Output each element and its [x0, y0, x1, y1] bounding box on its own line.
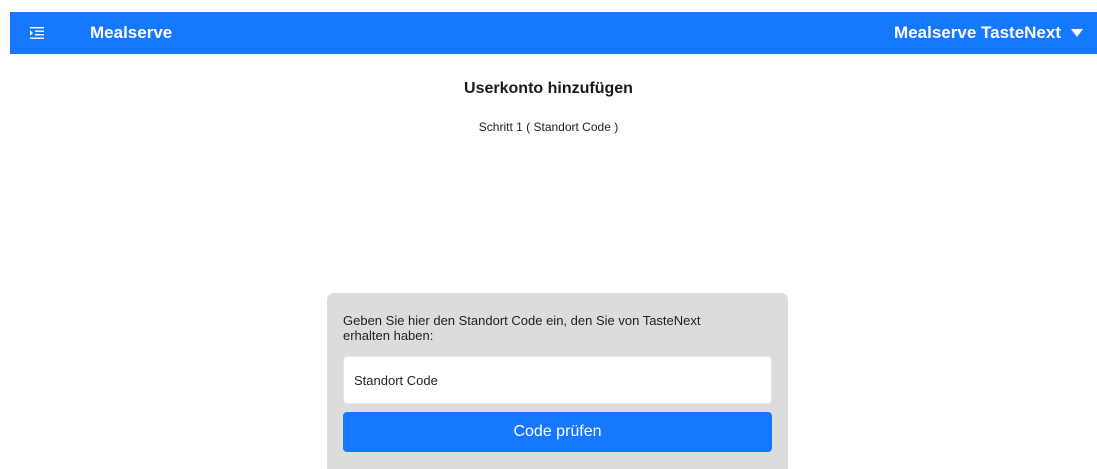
caret-down-icon	[1071, 29, 1083, 37]
top-navigation-bar: Mealserve Mealserve TasteNext	[10, 12, 1097, 54]
menu-icon-graphic	[30, 27, 44, 39]
page-title: Userkonto hinzufügen	[464, 80, 633, 97]
menu-icon[interactable]	[10, 12, 64, 54]
brand-name[interactable]: Mealserve	[90, 23, 172, 43]
location-code-card: Geben Sie hier den Standort Code ein, de…	[327, 293, 788, 469]
organization-selector[interactable]: Mealserve TasteNext	[894, 23, 1083, 43]
organization-selector-label: Mealserve TasteNext	[894, 23, 1061, 42]
step-indicator: Schritt 1 ( Standort Code )	[478, 120, 619, 134]
check-code-button[interactable]: Code prüfen	[343, 412, 772, 452]
location-code-input[interactable]	[343, 356, 772, 404]
location-code-prompt: Geben Sie hier den Standort Code ein, de…	[343, 313, 701, 343]
